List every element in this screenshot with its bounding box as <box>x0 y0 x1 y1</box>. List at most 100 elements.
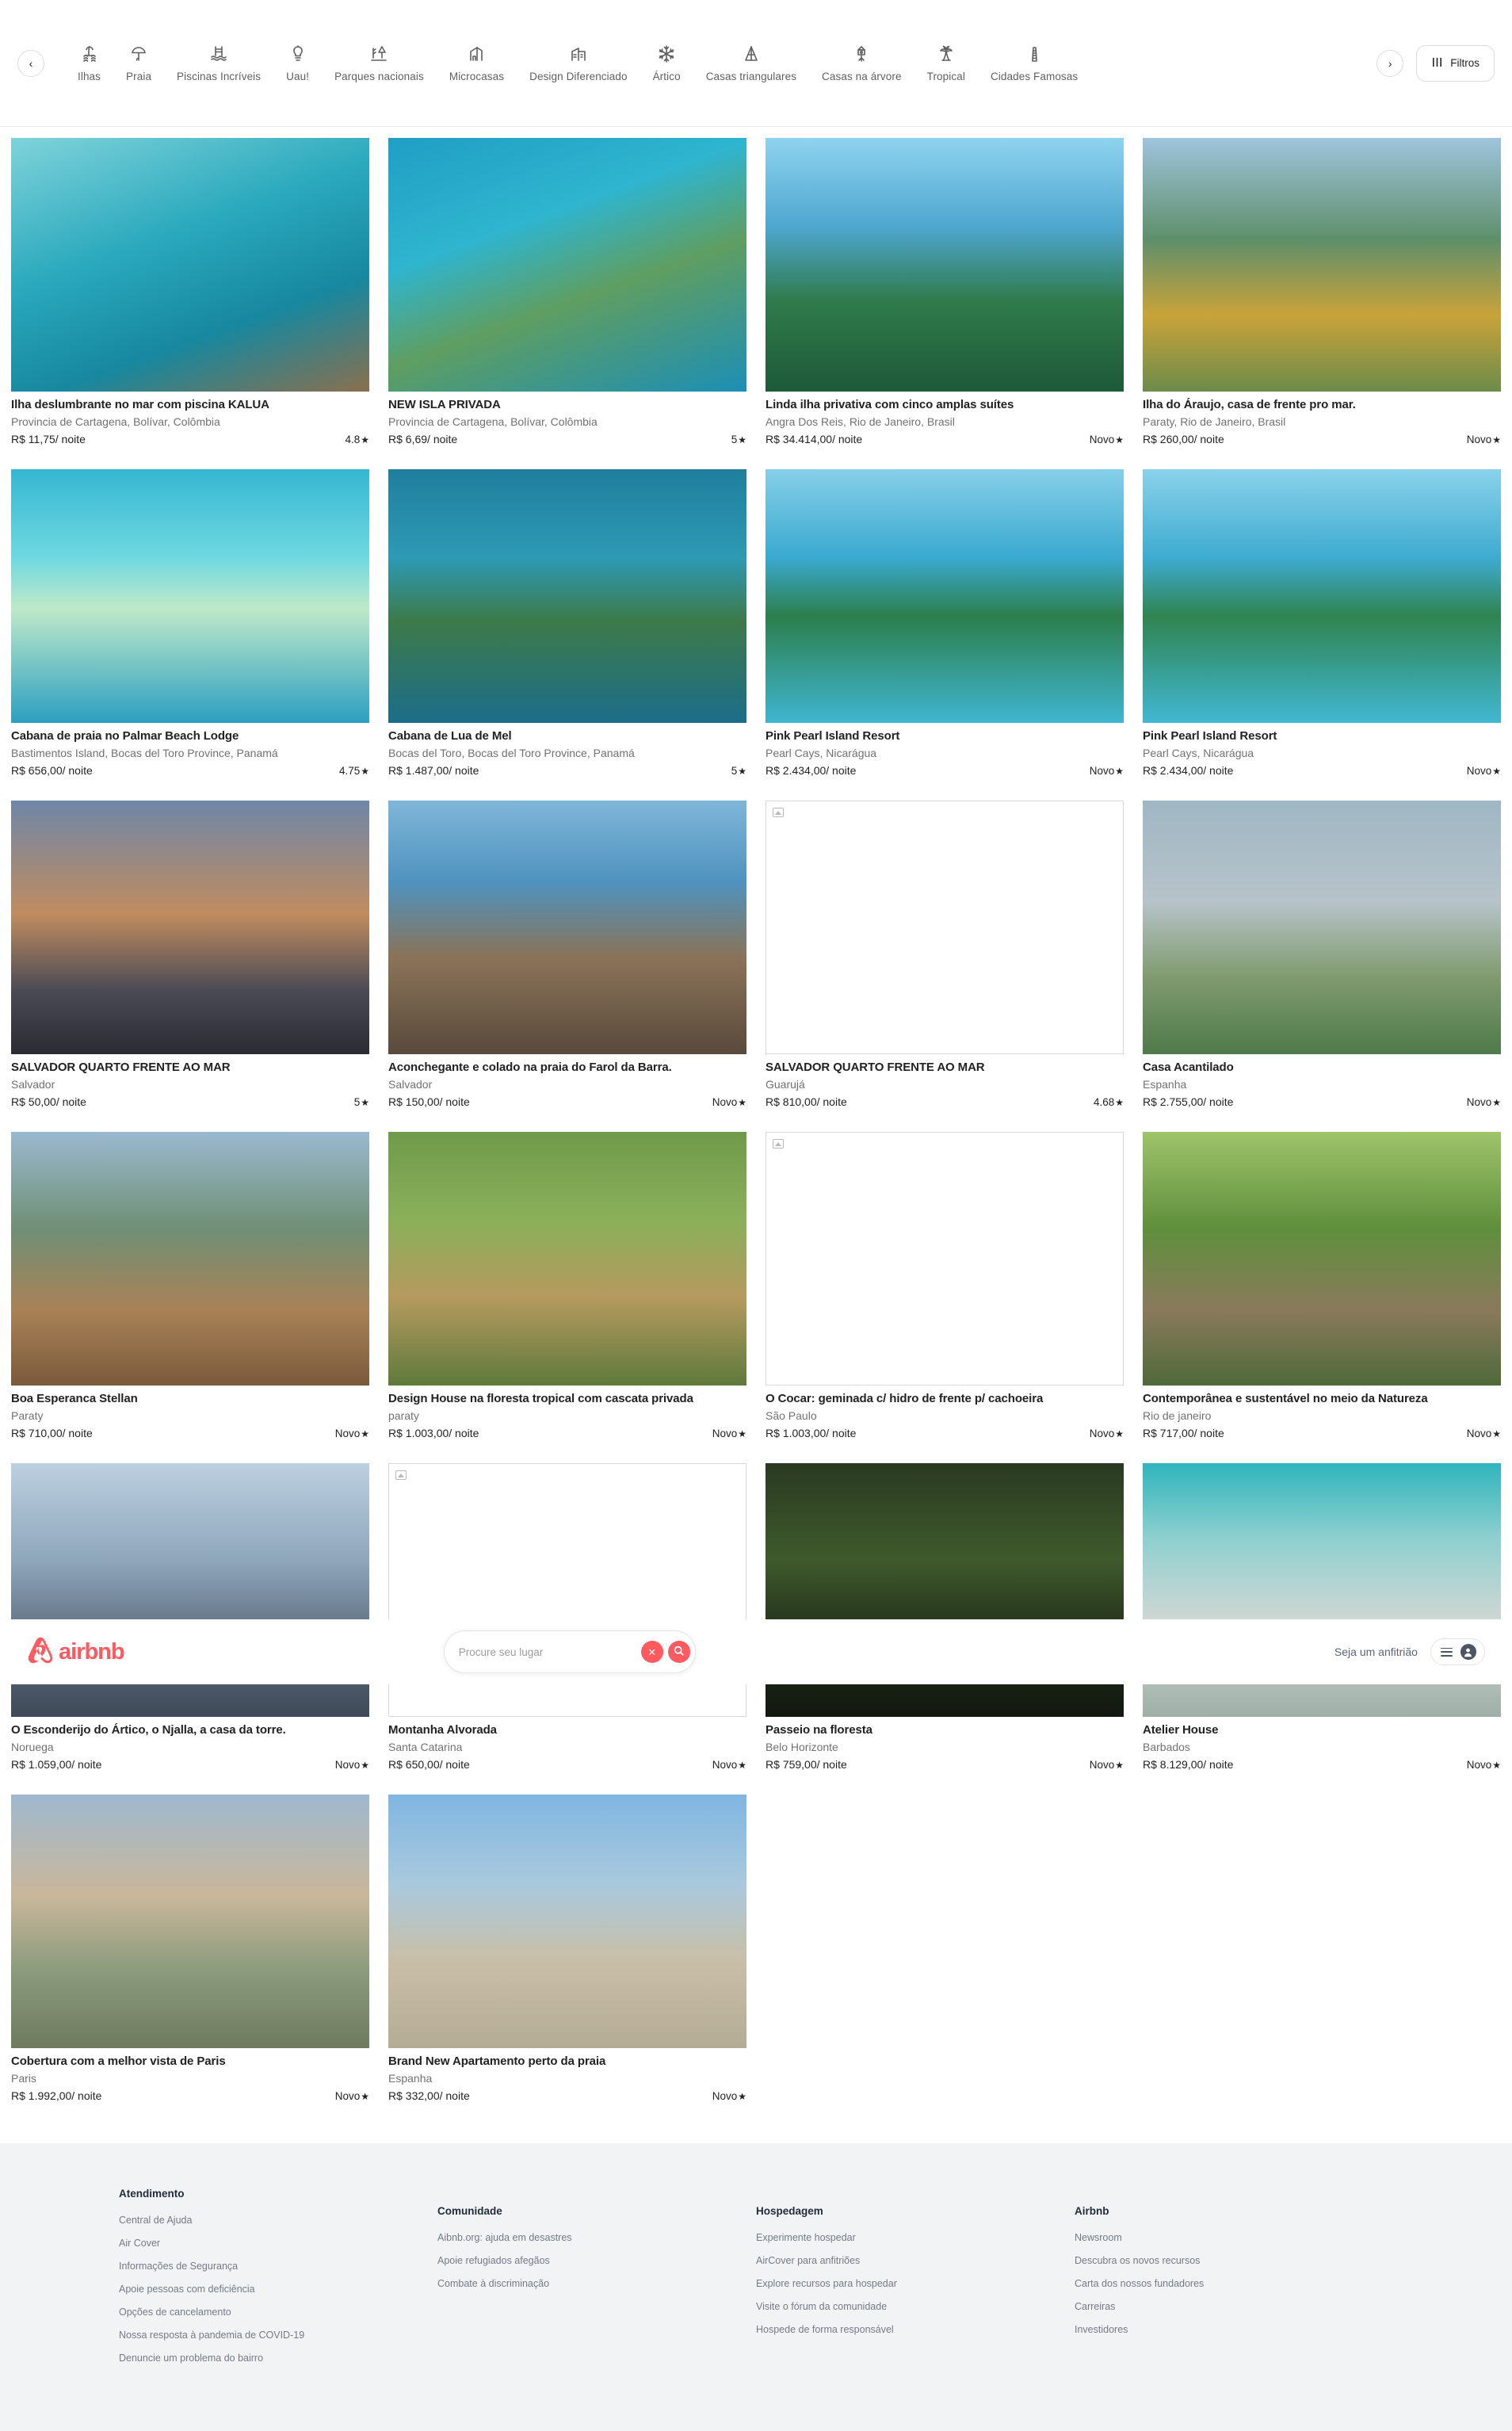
footer-link[interactable]: Apoie refugiados afegãos <box>437 2255 756 2266</box>
category-item-casas-triangulares[interactable]: Casas triangulares <box>693 41 809 86</box>
category-prev-button[interactable]: ‹ <box>17 49 44 77</box>
listing-price: R$ 759,00/ noite <box>766 1758 847 1771</box>
listing-card[interactable]: O Cocar: geminada c/ hidro de frente p/ … <box>766 1132 1124 1439</box>
listing-card[interactable]: Contemporânea e sustentável no meio da N… <box>1143 1132 1501 1439</box>
listing-image[interactable] <box>766 801 1124 1054</box>
footer-link[interactable]: Descubra os novos recursos <box>1075 2255 1393 2266</box>
filters-button[interactable]: Filtros <box>1416 44 1495 82</box>
footer-link[interactable]: Air Cover <box>119 2238 437 2249</box>
category-item-cidades-famosas[interactable]: Cidades Famosas <box>978 41 1090 86</box>
listing-card[interactable]: Passeio na floresta Belo Horizonte R$ 759,… <box>766 1463 1124 1771</box>
search-container[interactable]: ✕ <box>443 1630 696 1673</box>
tiny-home-icon <box>467 44 486 63</box>
category-item-microcasas[interactable]: Microcasas <box>437 41 517 86</box>
listing-image[interactable] <box>1143 138 1501 392</box>
listing-rating: Novo ★ <box>1467 1096 1501 1108</box>
listing-image[interactable] <box>766 138 1124 392</box>
airbnb-logo[interactable]: airbnb <box>27 1636 125 1668</box>
footer-link[interactable]: Apoie pessoas com deficiência <box>119 2284 437 2295</box>
listing-image[interactable] <box>388 138 746 392</box>
listing-image[interactable] <box>11 801 369 1054</box>
listing-image[interactable] <box>766 1132 1124 1386</box>
footer-link[interactable]: Explore recursos para hospedar <box>756 2278 1075 2289</box>
snowflake-icon <box>657 44 676 63</box>
footer-link[interactable]: Informações de Segurança <box>119 2261 437 2272</box>
listing-image[interactable] <box>388 1795 746 2048</box>
footer-link[interactable]: Investidores <box>1075 2324 1393 2335</box>
listing-image[interactable] <box>11 1132 369 1386</box>
category-item-piscinas-incr-veis[interactable]: Piscinas Incríveis <box>164 41 273 86</box>
listing-image[interactable] <box>11 1795 369 2048</box>
listing-image[interactable] <box>388 469 746 723</box>
listing-title: O Esconderijo do Ártico, o Njalla, a cas… <box>11 1723 286 1737</box>
footer-link[interactable]: Visite o fórum da comunidade <box>756 2301 1075 2312</box>
footer-link[interactable]: Carta dos nossos fundadores <box>1075 2278 1393 2289</box>
listing-card[interactable]: Pink Pearl Island Resort Pearl Cays, Nica… <box>766 469 1124 777</box>
listing-image[interactable] <box>1143 801 1501 1054</box>
listing-card[interactable]: Design House na floresta tropical com ca… <box>388 1132 746 1439</box>
category-next-button[interactable]: › <box>1376 49 1404 77</box>
listing-card[interactable]: Cobertura com a melhor vista de Paris Par… <box>11 1795 369 2102</box>
star-icon: ★ <box>738 434 746 445</box>
listing-location: Paraty, Rio de Janeiro, Brasil <box>1143 415 1286 428</box>
listing-title: Brand New Apartamento perto da praia <box>388 2055 606 2068</box>
listing-image[interactable] <box>1143 1132 1501 1386</box>
listing-card[interactable]: Ilha do Áraujo, casa de frente pro mar. P… <box>1143 138 1501 445</box>
listing-card[interactable]: Cabana de Lua de Mel Bocas del Toro, Boca… <box>388 469 746 777</box>
listing-rating: 5 ★ <box>731 765 746 777</box>
footer-link[interactable]: Combate à discriminação <box>437 2278 756 2289</box>
listing-card[interactable]: Cabana de praia no Palmar Beach Lodge Bas… <box>11 469 369 777</box>
category-item-parques-nacionais[interactable]: Parques nacionais <box>322 41 437 86</box>
pool-icon <box>209 44 228 63</box>
listing-card[interactable]: Brand New Apartamento perto da praia Espa… <box>388 1795 746 2102</box>
listing-image[interactable] <box>388 1132 746 1386</box>
category-item-ilhas[interactable]: Ilhas <box>65 41 113 86</box>
listing-card[interactable]: Aconchegante e colado na praia do Farol … <box>388 801 746 1108</box>
user-menu-button[interactable] <box>1430 1638 1485 1665</box>
listing-image[interactable] <box>766 469 1124 723</box>
footer-link[interactable]: AirCover para anfitriões <box>756 2255 1075 2266</box>
footer-link[interactable]: Nossa resposta à pandemia de COVID-19 <box>119 2330 437 2341</box>
category-label: Tropical <box>926 70 965 82</box>
footer-link[interactable]: Experimente hospedar <box>756 2232 1075 2243</box>
category-item-praia[interactable]: Praia <box>113 41 164 86</box>
footer-link[interactable]: Denuncie um problema do bairro <box>119 2353 437 2364</box>
listing-card[interactable]: Atelier House Barbados R$ 8.129,00/ noite N… <box>1143 1463 1501 1771</box>
listing-card[interactable]: SALVADOR QUARTO FRENTE AO MAR Guarujá R$ 8… <box>766 801 1124 1108</box>
footer-link[interactable]: Newsroom <box>1075 2232 1393 2243</box>
listing-card[interactable]: Pink Pearl Island Resort Pearl Cays, Nica… <box>1143 469 1501 777</box>
listing-image[interactable] <box>11 138 369 392</box>
listing-image[interactable] <box>388 801 746 1054</box>
hamburger-icon <box>1440 1647 1453 1657</box>
listing-card[interactable]: Casa Acantilado Espanha R$ 2.755,00/ noite… <box>1143 801 1501 1108</box>
footer-link[interactable]: Opções de cancelamento <box>119 2307 437 2318</box>
category-item-design-diferenciado[interactable]: Design Diferenciado <box>517 41 640 86</box>
listing-image[interactable] <box>11 469 369 723</box>
listing-card[interactable]: NEW ISLA PRIVADA Provincia de Cartagena, … <box>388 138 746 445</box>
footer-link[interactable]: Hospede de forma responsável <box>756 2324 1075 2335</box>
listing-card[interactable]: SALVADOR QUARTO FRENTE AO MAR Salvador R$ … <box>11 801 369 1108</box>
listing-card[interactable]: Montanha Alvorada Santa Catarina R$ 650,00… <box>388 1463 746 1771</box>
category-item-casas-na-rvore[interactable]: Casas na árvore <box>809 41 914 86</box>
close-icon: ✕ <box>647 1646 657 1658</box>
category-item-uau[interactable]: Uau! <box>273 41 322 86</box>
listing-rating-value: 4.8 <box>345 434 361 445</box>
footer-link[interactable]: Central de Ajuda <box>119 2215 437 2226</box>
listing-card[interactable]: Linda ilha privativa com cinco amplas su… <box>766 138 1124 445</box>
listing-card[interactable]: Ilha deslumbrante no mar com piscina KAL… <box>11 138 369 445</box>
category-item-tropical[interactable]: Tropical <box>914 41 978 86</box>
listing-card[interactable]: Boa Esperanca Stellan Paraty R$ 710,00/ no… <box>11 1132 369 1439</box>
search-input[interactable] <box>458 1646 636 1658</box>
broken-image-icon <box>773 1139 784 1149</box>
category-list[interactable]: Ilhas Praia Piscinas Incríveis Uau! Parques … <box>44 41 1372 86</box>
listing-price: R$ 2.434,00/ noite <box>1143 764 1234 777</box>
become-host-link[interactable]: Seja um anfitrião <box>1334 1646 1418 1658</box>
footer-link[interactable]: Aibnb.org: ajuda em desastres <box>437 2232 756 2243</box>
search-submit-button[interactable] <box>667 1641 690 1663</box>
listing-card[interactable]: O Esconderijo do Ártico, o Njalla, a cas… <box>11 1463 369 1771</box>
clear-search-button[interactable]: ✕ <box>640 1641 663 1663</box>
category-item-rtico[interactable]: Ártico <box>640 41 693 86</box>
star-icon: ★ <box>738 1759 746 1771</box>
footer-link[interactable]: Carreiras <box>1075 2301 1393 2312</box>
listing-image[interactable] <box>1143 469 1501 723</box>
